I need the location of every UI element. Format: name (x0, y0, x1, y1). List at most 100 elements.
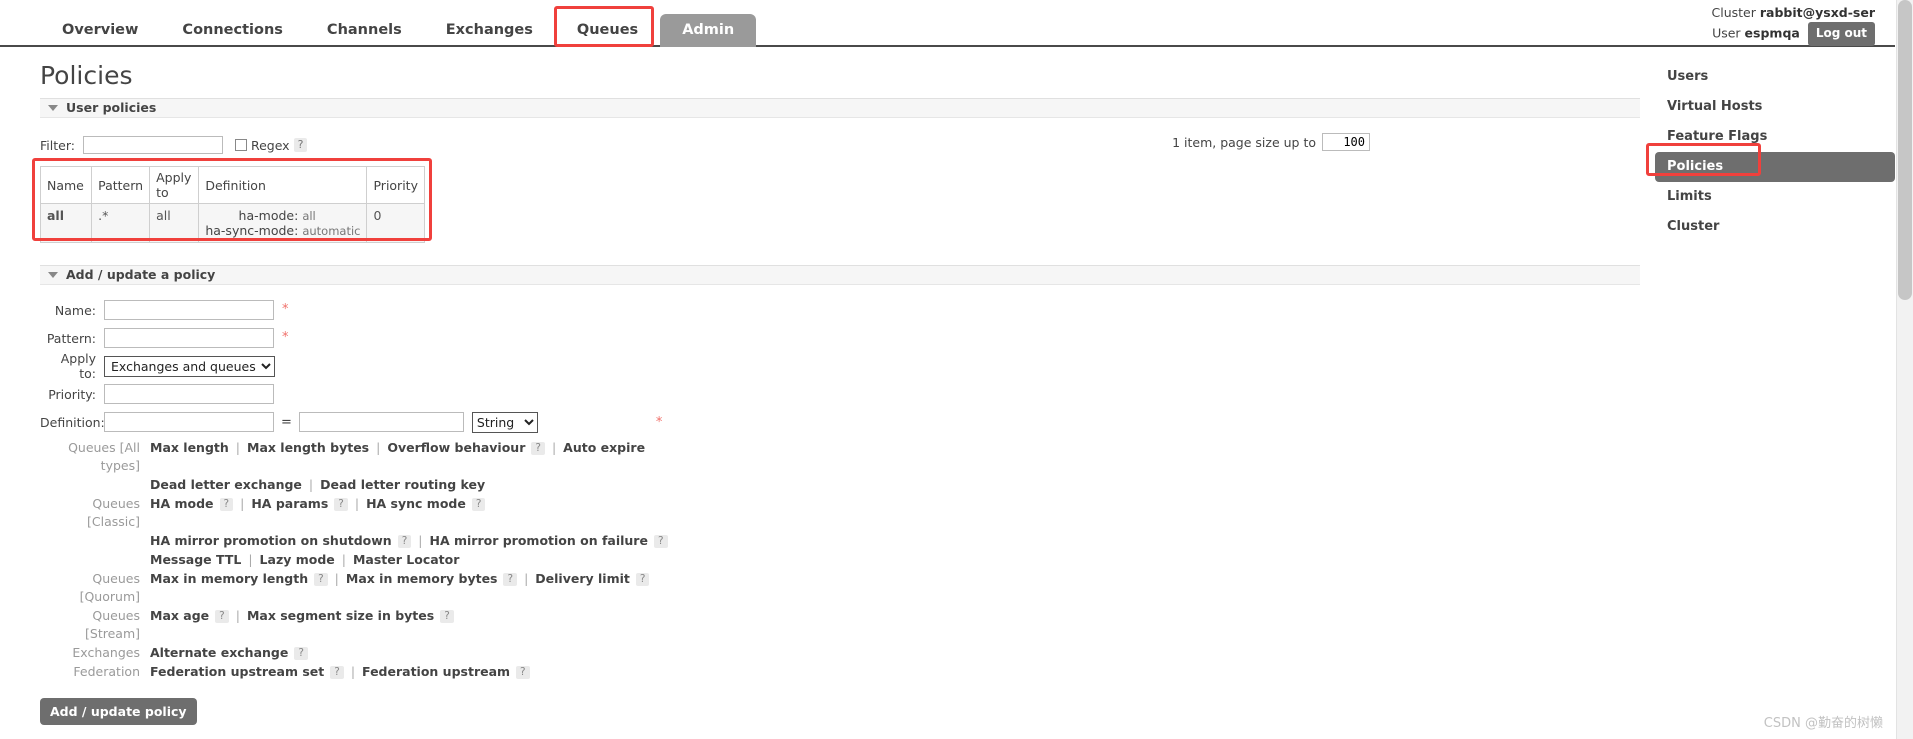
def-link-ha-mode[interactable]: HA mode (150, 495, 214, 513)
nav-item-admin[interactable]: Admin (660, 14, 757, 47)
app-root: Overview Connections Channels Exchanges … (0, 0, 1913, 739)
definition-group-queues-stream: Queues [Stream] Max age ? | Max segment … (40, 607, 1640, 643)
def-link-ha-promotion-shutdown[interactable]: HA mirror promotion on shutdown (150, 532, 392, 550)
column-header-pattern[interactable]: Pattern (91, 166, 151, 204)
def-link-ha-params[interactable]: HA params (251, 495, 328, 513)
form-row-name: Name: * (40, 299, 1640, 321)
def-link-federation-upstream-set[interactable]: Federation upstream set (150, 663, 324, 681)
cluster-user-info: Cluster rabbit@ysxd-ser User espmqa Log … (1712, 3, 1875, 46)
scrollbar-thumb[interactable] (1898, 0, 1912, 300)
sidebar-item-feature-flags[interactable]: Feature Flags (1655, 122, 1895, 152)
cluster-line: Cluster rabbit@ysxd-ser (1712, 3, 1875, 22)
def-link-max-in-memory-length[interactable]: Max in memory length (150, 570, 308, 588)
def-link-auto-expire[interactable]: Auto expire (563, 439, 645, 457)
nav-item-connections[interactable]: Connections (160, 14, 305, 47)
def-link-max-length[interactable]: Max length (150, 439, 229, 457)
max-segment-size-help-icon[interactable]: ? (440, 609, 454, 623)
label-priority: Priority: (48, 386, 96, 402)
definition-key-input[interactable] (104, 412, 274, 432)
nav-item-overview[interactable]: Overview (40, 14, 160, 47)
def-link-ha-promotion-failure[interactable]: HA mirror promotion on failure (429, 532, 647, 550)
overflow-behaviour-help-icon[interactable]: ? (531, 441, 545, 455)
separator: | (235, 440, 240, 455)
regex-label: Regex (250, 137, 290, 153)
cell-policy-apply-to: all (149, 203, 200, 243)
def-link-message-ttl[interactable]: Message TTL (150, 551, 241, 569)
page-size-input[interactable] (1322, 133, 1370, 151)
filter-row: Filter: Regex ? 1 item, page size up to (40, 130, 1640, 160)
equals-sign: = (281, 414, 292, 430)
definition-group-items: HA mode ? | HA params ? | HA sync mode ? (150, 495, 486, 513)
definition-group-label: Queues [Stream] (85, 608, 140, 641)
def-link-alternate-exchange[interactable]: Alternate exchange (150, 644, 288, 662)
label-pattern: Pattern: (46, 330, 96, 346)
max-in-memory-length-help-icon[interactable]: ? (314, 572, 328, 586)
nav-item-exchanges[interactable]: Exchanges (424, 14, 555, 47)
sidebar-item-cluster[interactable]: Cluster (1655, 212, 1895, 242)
column-header-definition[interactable]: Definition (198, 166, 368, 204)
ha-mode-help-icon[interactable]: ? (219, 497, 234, 511)
nav-item-queues[interactable]: Queues (555, 14, 660, 47)
separator: | (248, 552, 253, 567)
name-input[interactable] (104, 300, 274, 320)
separator: | (240, 496, 245, 511)
max-in-memory-bytes-help-icon[interactable]: ? (503, 572, 518, 586)
page-scrollbar[interactable] (1896, 0, 1913, 739)
cell-policy-priority: 0 (366, 203, 425, 243)
table-row[interactable]: all .* all ha-mode: all ha-sync-mode: au… (39, 203, 425, 243)
pager-text: 1 item, page size up to (1172, 134, 1316, 150)
pattern-input[interactable] (104, 328, 274, 348)
filter-input[interactable] (82, 136, 223, 154)
def-link-dead-letter-exchange[interactable]: Dead letter exchange (150, 476, 302, 494)
apply-to-select[interactable]: Exchanges and queues (104, 355, 275, 377)
section-header-add-policy[interactable]: Add / update a policy (40, 265, 1640, 285)
def-link-ha-sync-mode[interactable]: HA sync mode (366, 495, 466, 513)
alternate-exchange-help-icon[interactable]: ? (294, 646, 308, 660)
definition-group-queues-classic-line3: Message TTL | Lazy mode | Master Locator (40, 551, 1640, 569)
definition-group-label: Queues [Classic] (87, 496, 140, 529)
ha-params-help-icon[interactable]: ? (334, 497, 348, 511)
def-link-max-in-memory-bytes[interactable]: Max in memory bytes (346, 570, 498, 588)
definition-type-select[interactable]: String (471, 411, 538, 433)
nav-item-channels[interactable]: Channels (305, 14, 424, 47)
cell-policy-name[interactable]: all (39, 203, 93, 243)
def-link-dead-letter-routing-key[interactable]: Dead letter routing key (320, 476, 485, 494)
def-link-overflow-behaviour[interactable]: Overflow behaviour (387, 439, 525, 457)
ha-promotion-shutdown-help-icon[interactable]: ? (397, 534, 412, 548)
def-link-max-age[interactable]: Max age (150, 607, 209, 625)
delivery-limit-help-icon[interactable]: ? (635, 572, 650, 586)
definition-value-input[interactable] (298, 412, 464, 432)
sidebar-item-users[interactable]: Users (1655, 62, 1895, 92)
def-link-master-locator[interactable]: Master Locator (353, 551, 459, 569)
sidebar-item-limits[interactable]: Limits (1655, 182, 1895, 212)
priority-input[interactable] (104, 384, 274, 404)
regex-checkbox[interactable] (234, 139, 247, 151)
user-policies-table: Name Pattern Apply to Definition Priorit… (39, 166, 425, 243)
separator: | (334, 571, 339, 586)
federation-upstream-set-help-icon[interactable]: ? (330, 665, 344, 679)
regex-help-icon[interactable]: ? (293, 138, 308, 152)
max-age-help-icon[interactable]: ? (215, 609, 229, 623)
logout-button[interactable]: Log out (1807, 22, 1875, 46)
column-header-priority[interactable]: Priority (366, 166, 425, 204)
ha-promotion-failure-help-icon[interactable]: ? (653, 534, 668, 548)
sidebar-item-policies[interactable]: Policies (1655, 152, 1895, 182)
def-link-max-length-bytes[interactable]: Max length bytes (247, 439, 369, 457)
def-link-max-segment-size[interactable]: Max segment size in bytes (247, 607, 434, 625)
definition-entry: ha-mode: all (205, 208, 360, 223)
def-link-lazy-mode[interactable]: Lazy mode (260, 551, 335, 569)
required-mark: * (282, 330, 289, 345)
add-update-policy-button[interactable]: Add / update policy (40, 698, 197, 725)
user-label: User (1712, 25, 1741, 41)
definition-group-items: Alternate exchange ? (150, 644, 308, 662)
ha-sync-mode-help-icon[interactable]: ? (471, 497, 486, 511)
def-link-federation-upstream[interactable]: Federation upstream (362, 663, 510, 681)
sidebar-item-virtual-hosts[interactable]: Virtual Hosts (1655, 92, 1895, 122)
column-header-apply-to[interactable]: Apply to (149, 166, 200, 204)
separator: | (376, 440, 381, 455)
column-header-name[interactable]: Name (39, 166, 93, 204)
add-policy-section: Add / update a policy Name: * Pattern: *… (40, 265, 1640, 725)
def-link-delivery-limit[interactable]: Delivery limit (535, 570, 630, 588)
federation-upstream-help-icon[interactable]: ? (516, 665, 530, 679)
section-header-user-policies[interactable]: User policies (40, 98, 1640, 118)
